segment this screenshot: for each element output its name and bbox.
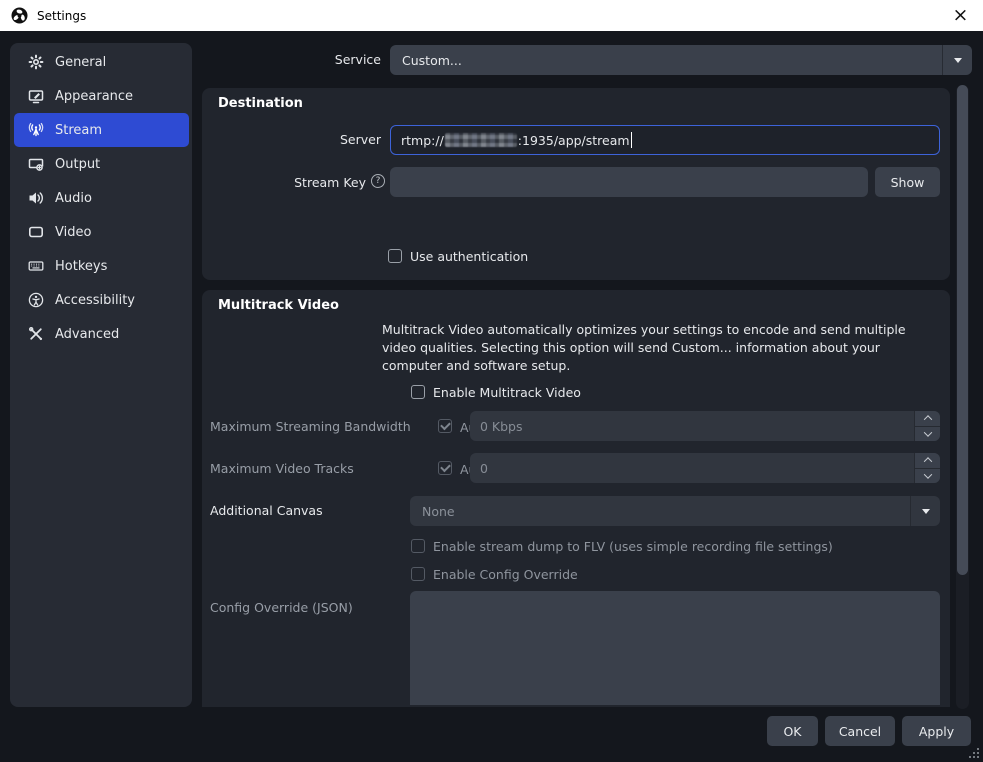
stream-key-input[interactable] (390, 167, 868, 197)
server-label: Server (340, 132, 381, 147)
ok-button[interactable]: OK (767, 716, 818, 746)
settings-sidebar: General Appearance (10, 43, 192, 707)
server-value-suffix: :1935/app/stream (518, 133, 630, 148)
service-label: Service (335, 52, 381, 67)
sidebar-item-appearance[interactable]: Appearance (14, 79, 189, 113)
tools-icon (27, 326, 44, 343)
stream-key-label: Stream Key (294, 175, 366, 190)
sidebar-item-label: General (55, 55, 106, 70)
scrollbar-thumb[interactable] (957, 85, 968, 575)
enable-multitrack-label: Enable Multitrack Video (433, 385, 581, 400)
use-authentication-checkbox[interactable] (388, 249, 402, 263)
chevron-down-icon (910, 496, 940, 526)
multitrack-description: Multitrack Video automatically optimizes… (382, 321, 918, 375)
close-icon[interactable]: × (938, 0, 983, 31)
sidebar-item-label: Audio (55, 191, 92, 206)
flv-dump-checkbox (411, 539, 425, 553)
cancel-button[interactable]: Cancel (825, 716, 895, 746)
help-icon[interactable]: ? (371, 174, 385, 188)
chevron-down-icon (942, 45, 972, 75)
output-icon (27, 156, 44, 173)
max-bandwidth-label: Maximum Streaming Bandwidth (210, 419, 411, 434)
sidebar-item-audio[interactable]: Audio (14, 181, 189, 215)
sidebar-item-output[interactable]: Output (14, 147, 189, 181)
enable-multitrack-checkbox[interactable] (411, 385, 425, 399)
keyboard-icon (27, 258, 44, 275)
sidebar-item-label: Advanced (55, 327, 119, 342)
server-value-prefix: rtmp:// (401, 133, 444, 148)
sidebar-item-label: Output (55, 157, 100, 172)
max-bandwidth-auto-checkbox (438, 419, 452, 433)
resize-grip[interactable] (969, 748, 979, 758)
apply-button[interactable]: Apply (902, 716, 971, 746)
sidebar-item-label: Video (55, 225, 91, 240)
sidebar-item-general[interactable]: General (14, 45, 189, 79)
config-override-checkbox (411, 567, 425, 581)
accessibility-icon (27, 292, 44, 309)
window-title: Settings (37, 9, 86, 23)
config-override-json-label: Config Override (JSON) (210, 600, 353, 615)
spin-up-icon (915, 453, 940, 469)
use-authentication-label: Use authentication (410, 249, 528, 264)
sidebar-item-video[interactable]: Video (14, 215, 189, 249)
sidebar-item-advanced[interactable]: Advanced (14, 317, 189, 351)
sidebar-item-label: Appearance (55, 89, 133, 104)
sidebar-item-label: Accessibility (55, 293, 135, 308)
multitrack-header: Multitrack Video (218, 298, 339, 313)
sidebar-item-hotkeys[interactable]: Hotkeys (14, 249, 189, 283)
titlebar: Settings × (0, 0, 983, 31)
service-value: Custom... (390, 53, 942, 68)
spin-down-icon (915, 469, 940, 484)
config-override-enable-label: Enable Config Override (433, 567, 578, 582)
service-dropdown[interactable]: Custom... (390, 45, 972, 75)
max-bandwidth-spinbox: 0 Kbps (470, 411, 940, 441)
max-tracks-auto-checkbox (438, 461, 452, 475)
additional-canvas-dropdown: None (410, 496, 940, 526)
broadcast-icon (27, 122, 44, 139)
settings-window: Settings × General (0, 0, 983, 762)
redacted-ip (445, 133, 517, 147)
obs-logo-icon (11, 7, 28, 24)
spin-down-icon (915, 427, 940, 442)
appearance-icon (27, 88, 44, 105)
additional-canvas-label: Additional Canvas (210, 503, 323, 518)
destination-header: Destination (218, 96, 303, 111)
server-input[interactable]: rtmp:// :1935/app/stream (390, 125, 940, 155)
speaker-icon (27, 190, 44, 207)
text-caret (631, 132, 632, 148)
gear-icon (27, 54, 44, 71)
show-button[interactable]: Show (875, 167, 940, 197)
sidebar-item-label: Stream (55, 123, 102, 138)
sidebar-item-accessibility[interactable]: Accessibility (14, 283, 189, 317)
sidebar-item-label: Hotkeys (55, 259, 107, 274)
max-tracks-spinbox: 0 (470, 453, 940, 483)
max-tracks-label: Maximum Video Tracks (210, 461, 354, 476)
spin-up-icon (915, 411, 940, 427)
monitor-icon (27, 224, 44, 241)
sidebar-item-stream[interactable]: Stream (14, 113, 189, 147)
flv-dump-label: Enable stream dump to FLV (uses simple r… (433, 539, 833, 554)
config-override-json-textarea (410, 591, 940, 705)
